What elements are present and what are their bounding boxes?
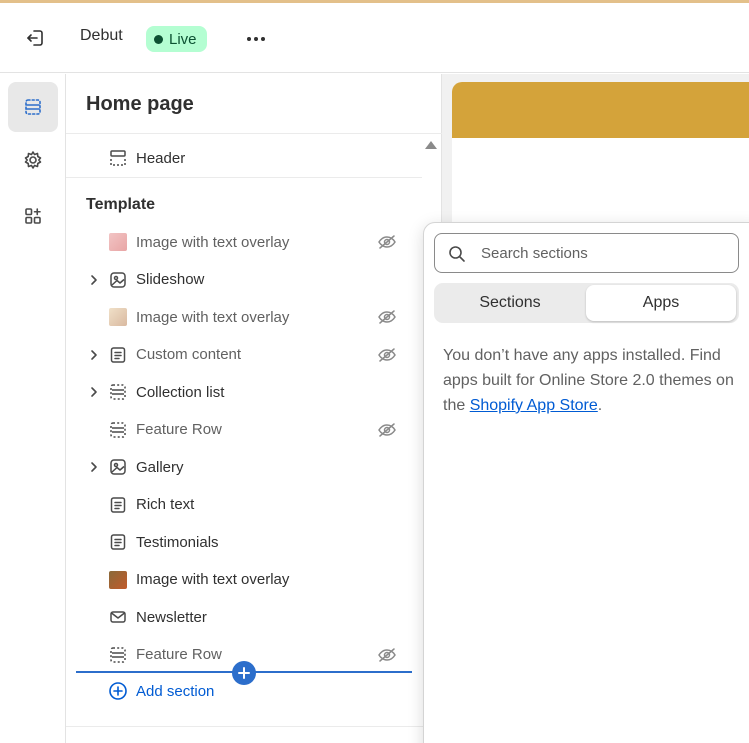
top-bar: Debut Live [0,3,749,73]
sections-panel: Home page Header Template Image with tex… [66,74,442,743]
section-row[interactable]: Image with text overlay [86,227,406,257]
image-thumbnail-icon [108,232,128,252]
section-label: Custom content [136,346,242,363]
gallery-icon [108,457,128,477]
sections-icon [25,99,41,115]
gear-icon [24,151,42,169]
section-row[interactable]: Collection list [86,377,406,407]
section-label: Image with text overlay [136,233,290,251]
add-section-button[interactable]: Add section [108,680,214,702]
section-label: Image with text overlay [136,571,290,588]
section-row[interactable]: Testimonials [86,527,406,557]
app-embeds-rail-button[interactable] [8,191,58,241]
chevron-right-icon[interactable] [86,272,102,288]
theme-settings-rail-button[interactable] [8,135,58,185]
header-section-icon [110,150,126,166]
section-label: Testimonials [136,533,219,551]
search-input[interactable] [481,242,731,264]
tab-apps[interactable]: Apps [586,285,736,321]
no-apps-suffix: . [597,397,603,414]
section-label: Newsletter [136,608,207,626]
section-tabs: Sections Apps [434,283,739,323]
chevron-right-icon[interactable] [86,384,102,400]
text-block-icon [108,345,128,365]
eye-slash-icon[interactable] [376,346,398,364]
section-icon [108,645,128,665]
section-label: Feature Row [136,646,222,663]
search-field[interactable] [434,233,739,273]
no-apps-message: You don’t have any apps installed. Find … [443,343,743,418]
section-icon [108,382,128,402]
section-row[interactable]: Custom content [86,340,406,370]
more-actions-button[interactable] [240,25,272,53]
chevron-right-icon[interactable] [86,459,102,475]
eye-slash-icon[interactable] [376,233,398,251]
divider [66,726,442,727]
exit-button[interactable] [18,23,52,53]
section-row[interactable]: Rich text [86,490,406,520]
scroll-up-arrow-icon[interactable] [425,141,437,149]
section-label: Gallery [136,458,184,476]
plus-circle-icon [109,682,127,700]
shopify-app-store-link[interactable]: Shopify App Store [470,397,598,414]
image-thumbnail-icon [108,307,128,327]
live-status-badge: Live [146,26,207,52]
sections-rail-button[interactable] [8,82,58,132]
insert-section-button[interactable] [232,661,256,685]
section-icon [108,420,128,440]
status-dot-icon [154,34,163,44]
slideshow-icon [108,270,128,290]
template-group-label: Template [86,196,156,213]
section-row[interactable]: Image with text overlay [86,565,406,595]
eye-slash-icon[interactable] [376,646,398,664]
exit-icon [27,30,43,46]
header-section-row[interactable]: Header [108,147,185,169]
plus-icon [238,667,250,679]
image-thumbnail-icon [108,570,128,590]
section-label: Slideshow [136,271,205,288]
section-row[interactable]: Newsletter [86,602,406,632]
section-label: Image with text overlay [136,308,290,326]
text-block-icon [108,532,128,552]
section-row[interactable]: Feature Row [86,415,406,445]
divider [66,133,442,134]
page-title: Home page [86,93,194,115]
add-section-popover: Sections Apps You don’t have any apps in… [423,222,749,743]
eye-slash-icon[interactable] [376,421,398,439]
preview-announcement-bar [452,82,749,138]
theme-name: Debut [80,27,123,44]
section-row[interactable]: Slideshow [86,265,406,295]
apps-add-icon [25,208,41,224]
text-block-icon [108,495,128,515]
tab-sections[interactable]: Sections [436,285,584,321]
add-section-label: Add section [136,682,215,700]
envelope-icon [108,607,128,627]
live-label: Live [169,30,197,48]
search-icon [447,244,467,264]
section-label: Feature Row [136,421,222,438]
divider [66,177,422,178]
section-row[interactable]: Gallery [86,452,406,482]
header-section-label: Header [136,149,186,167]
chevron-right-icon[interactable] [86,347,102,363]
section-label: Rich text [136,496,195,513]
section-row[interactable]: Image with text overlay [86,302,406,332]
eye-slash-icon[interactable] [376,308,398,326]
ellipsis-icon [247,37,265,41]
side-rail [0,74,66,743]
section-label: Collection list [136,383,225,401]
